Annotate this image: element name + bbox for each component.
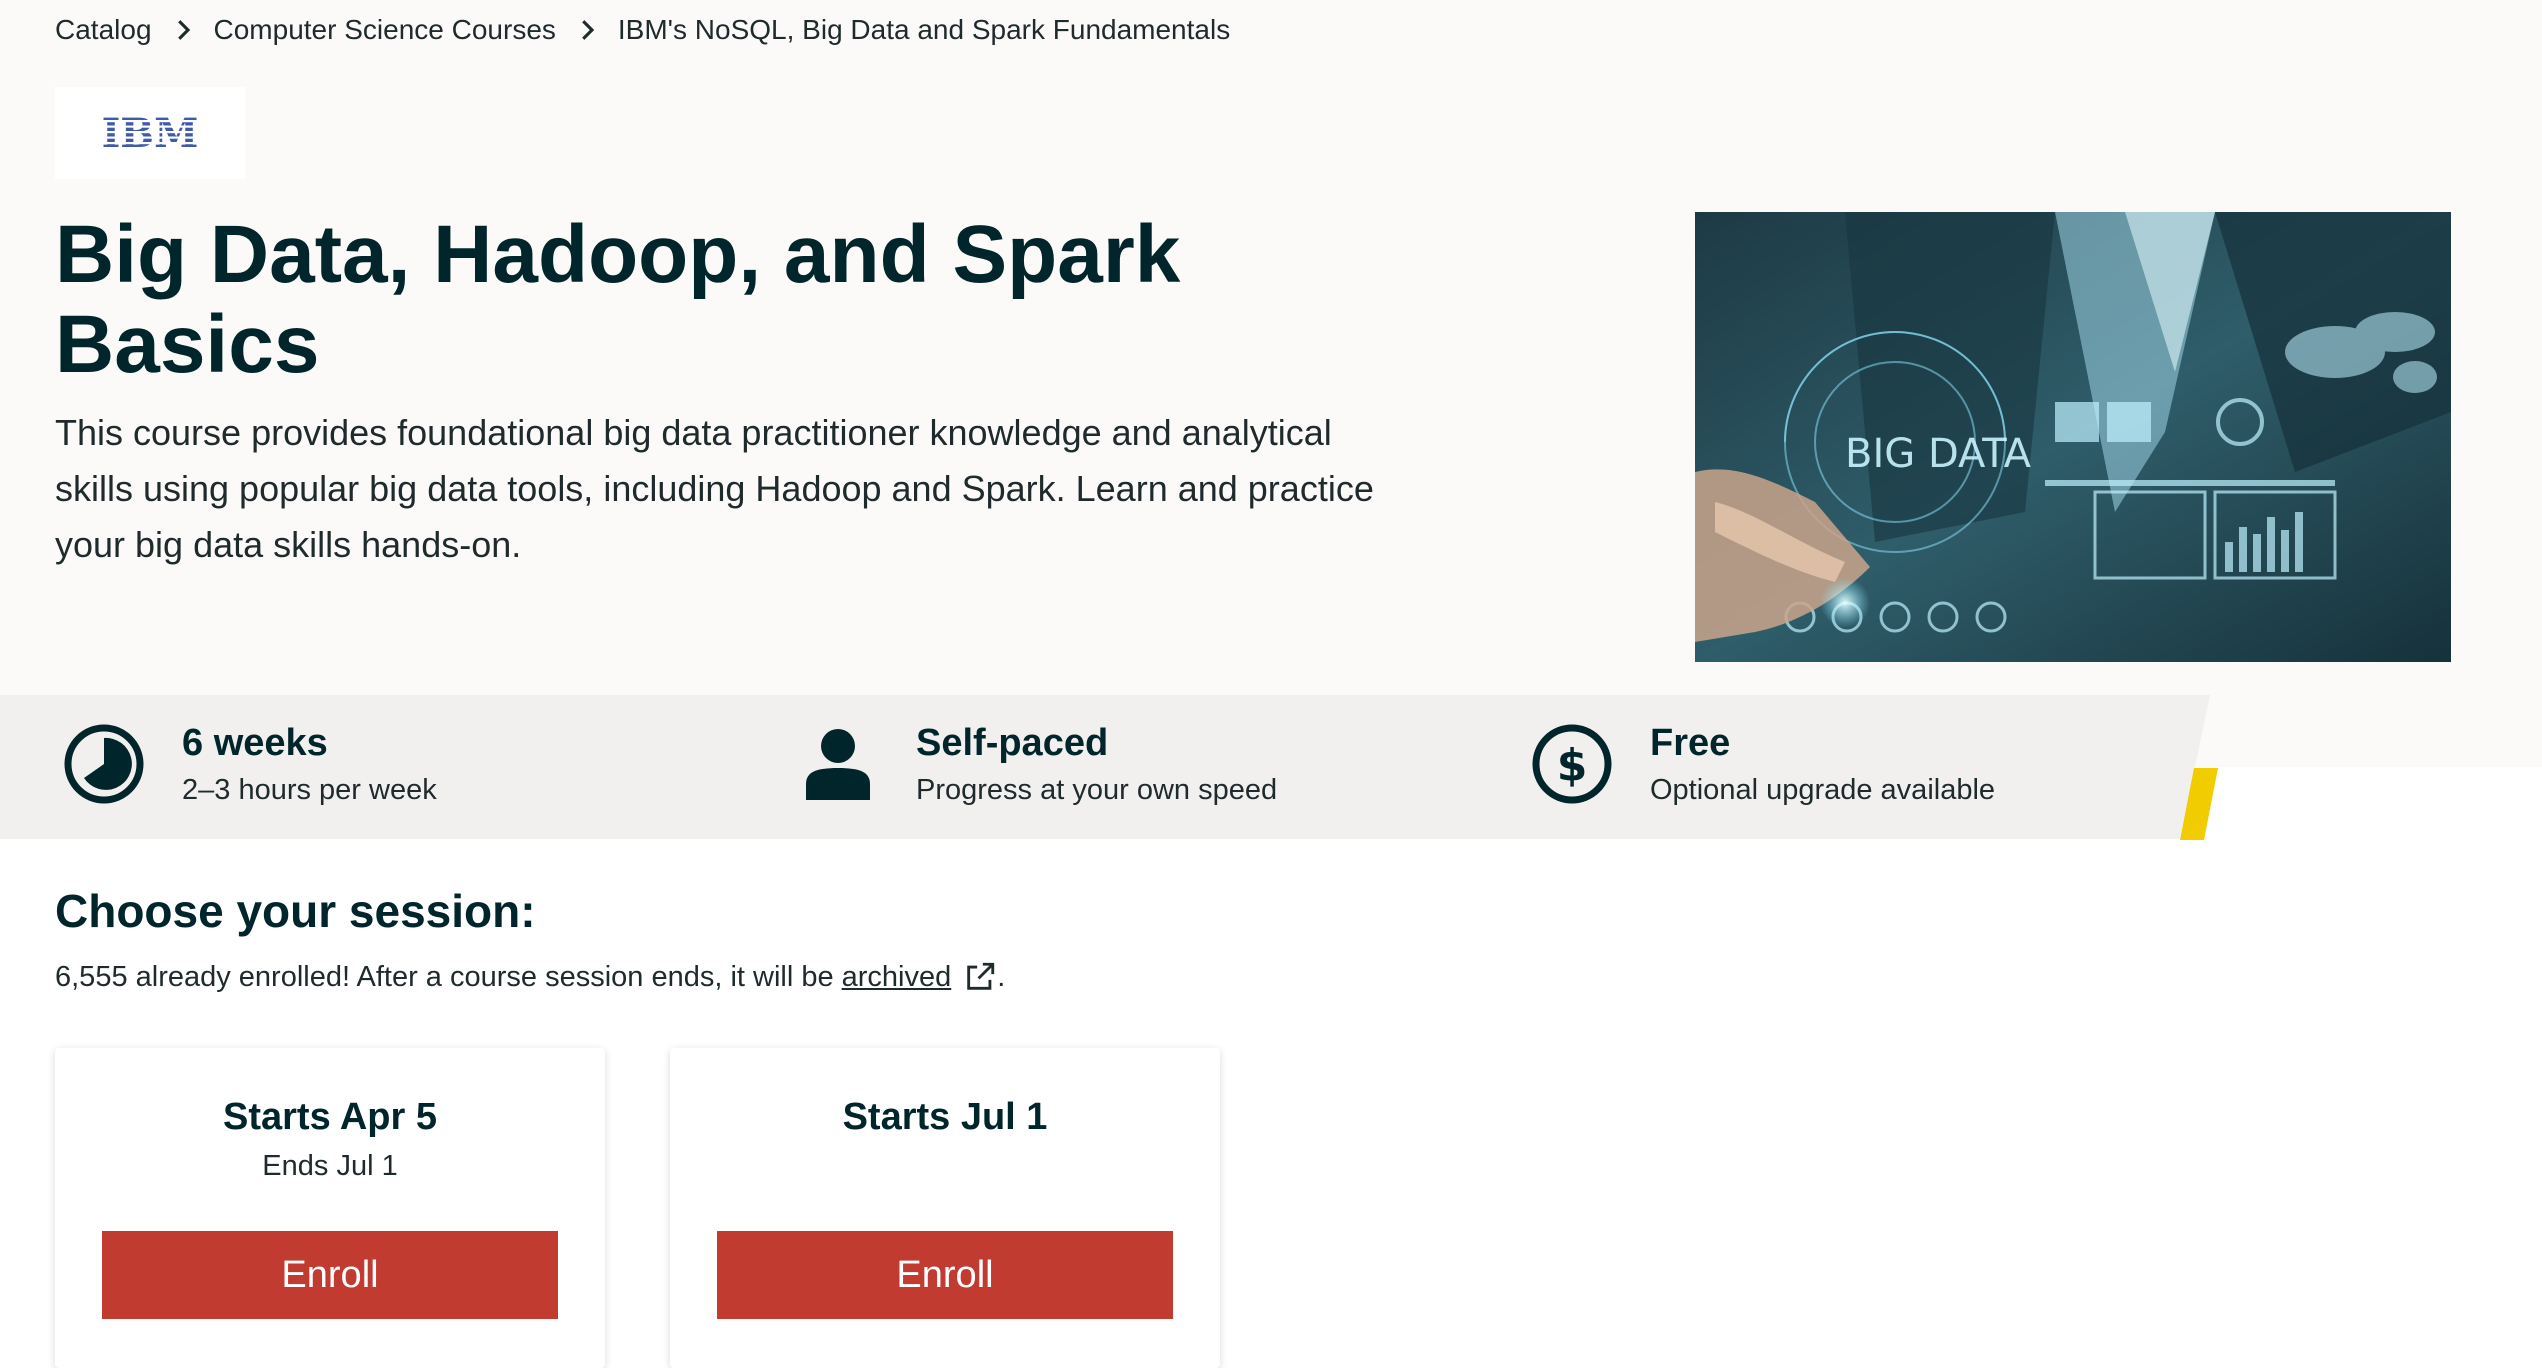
ibm-logo[interactable]: IBM [55,87,245,179]
fact-price: $ Free Optional upgrade available [1530,718,1995,818]
enroll-button[interactable]: Enroll [717,1231,1173,1319]
session-start-date: Starts Jul 1 [842,1096,1048,1138]
fact-duration: 6 weeks 2–3 hours per week [62,718,437,818]
session-heading: Choose your session: [55,885,536,937]
svg-text:$: $ [1557,740,1588,791]
clock-icon [62,722,146,806]
session-card: Starts Jul 1 Enroll [670,1048,1220,1368]
fact-pacing-title: Self-paced [916,722,1109,764]
fact-price-subtitle: Optional upgrade available [1650,774,1996,806]
enrollment-note-text: 6,555 already enrolled! After a course s… [55,960,834,993]
person-icon [796,722,880,806]
breadcrumb-program[interactable]: IBM's NoSQL, Big Data and Spark Fundamen… [618,14,1230,46]
ibm-logo-icon: IBM [90,110,210,157]
session-card: Starts Apr 5 Ends Jul 1 Enroll [55,1048,605,1368]
breadcrumb: Catalog Computer Science Courses IBM's N… [55,10,1230,50]
page-title: Big Data, Hadoop, and Spark Basics [55,209,1181,390]
course-description: This course provides foundational big da… [55,412,1374,565]
breadcrumb-catalog[interactable]: Catalog [55,14,152,46]
fact-duration-title: 6 weeks [182,722,328,764]
chevron-right-icon [572,15,602,45]
fact-pacing: Self-paced Progress at your own speed [796,718,1277,818]
enroll-button[interactable]: Enroll [102,1231,558,1319]
dollar-icon: $ [1530,722,1614,806]
session-end-date: Ends Jul 1 [262,1150,398,1182]
enrollment-note: 6,555 already enrolled! After a course s… [55,960,1005,994]
archived-link[interactable]: archived [842,961,952,994]
svg-text:IBM: IBM [102,110,199,157]
fact-duration-subtitle: 2–3 hours per week [182,774,437,806]
session-start-date: Starts Apr 5 [223,1096,437,1138]
svg-text:BIG DATA: BIG DATA [1845,431,2032,477]
chevron-right-icon [168,15,198,45]
enrollment-note-period: . [997,960,1006,993]
course-hero-image: BIG DATA [1695,212,2451,662]
fact-pacing-subtitle: Progress at your own speed [916,774,1278,806]
breadcrumb-computer-science[interactable]: Computer Science Courses [214,14,556,46]
external-link-icon[interactable] [963,960,997,994]
fact-price-title: Free [1650,722,1731,764]
